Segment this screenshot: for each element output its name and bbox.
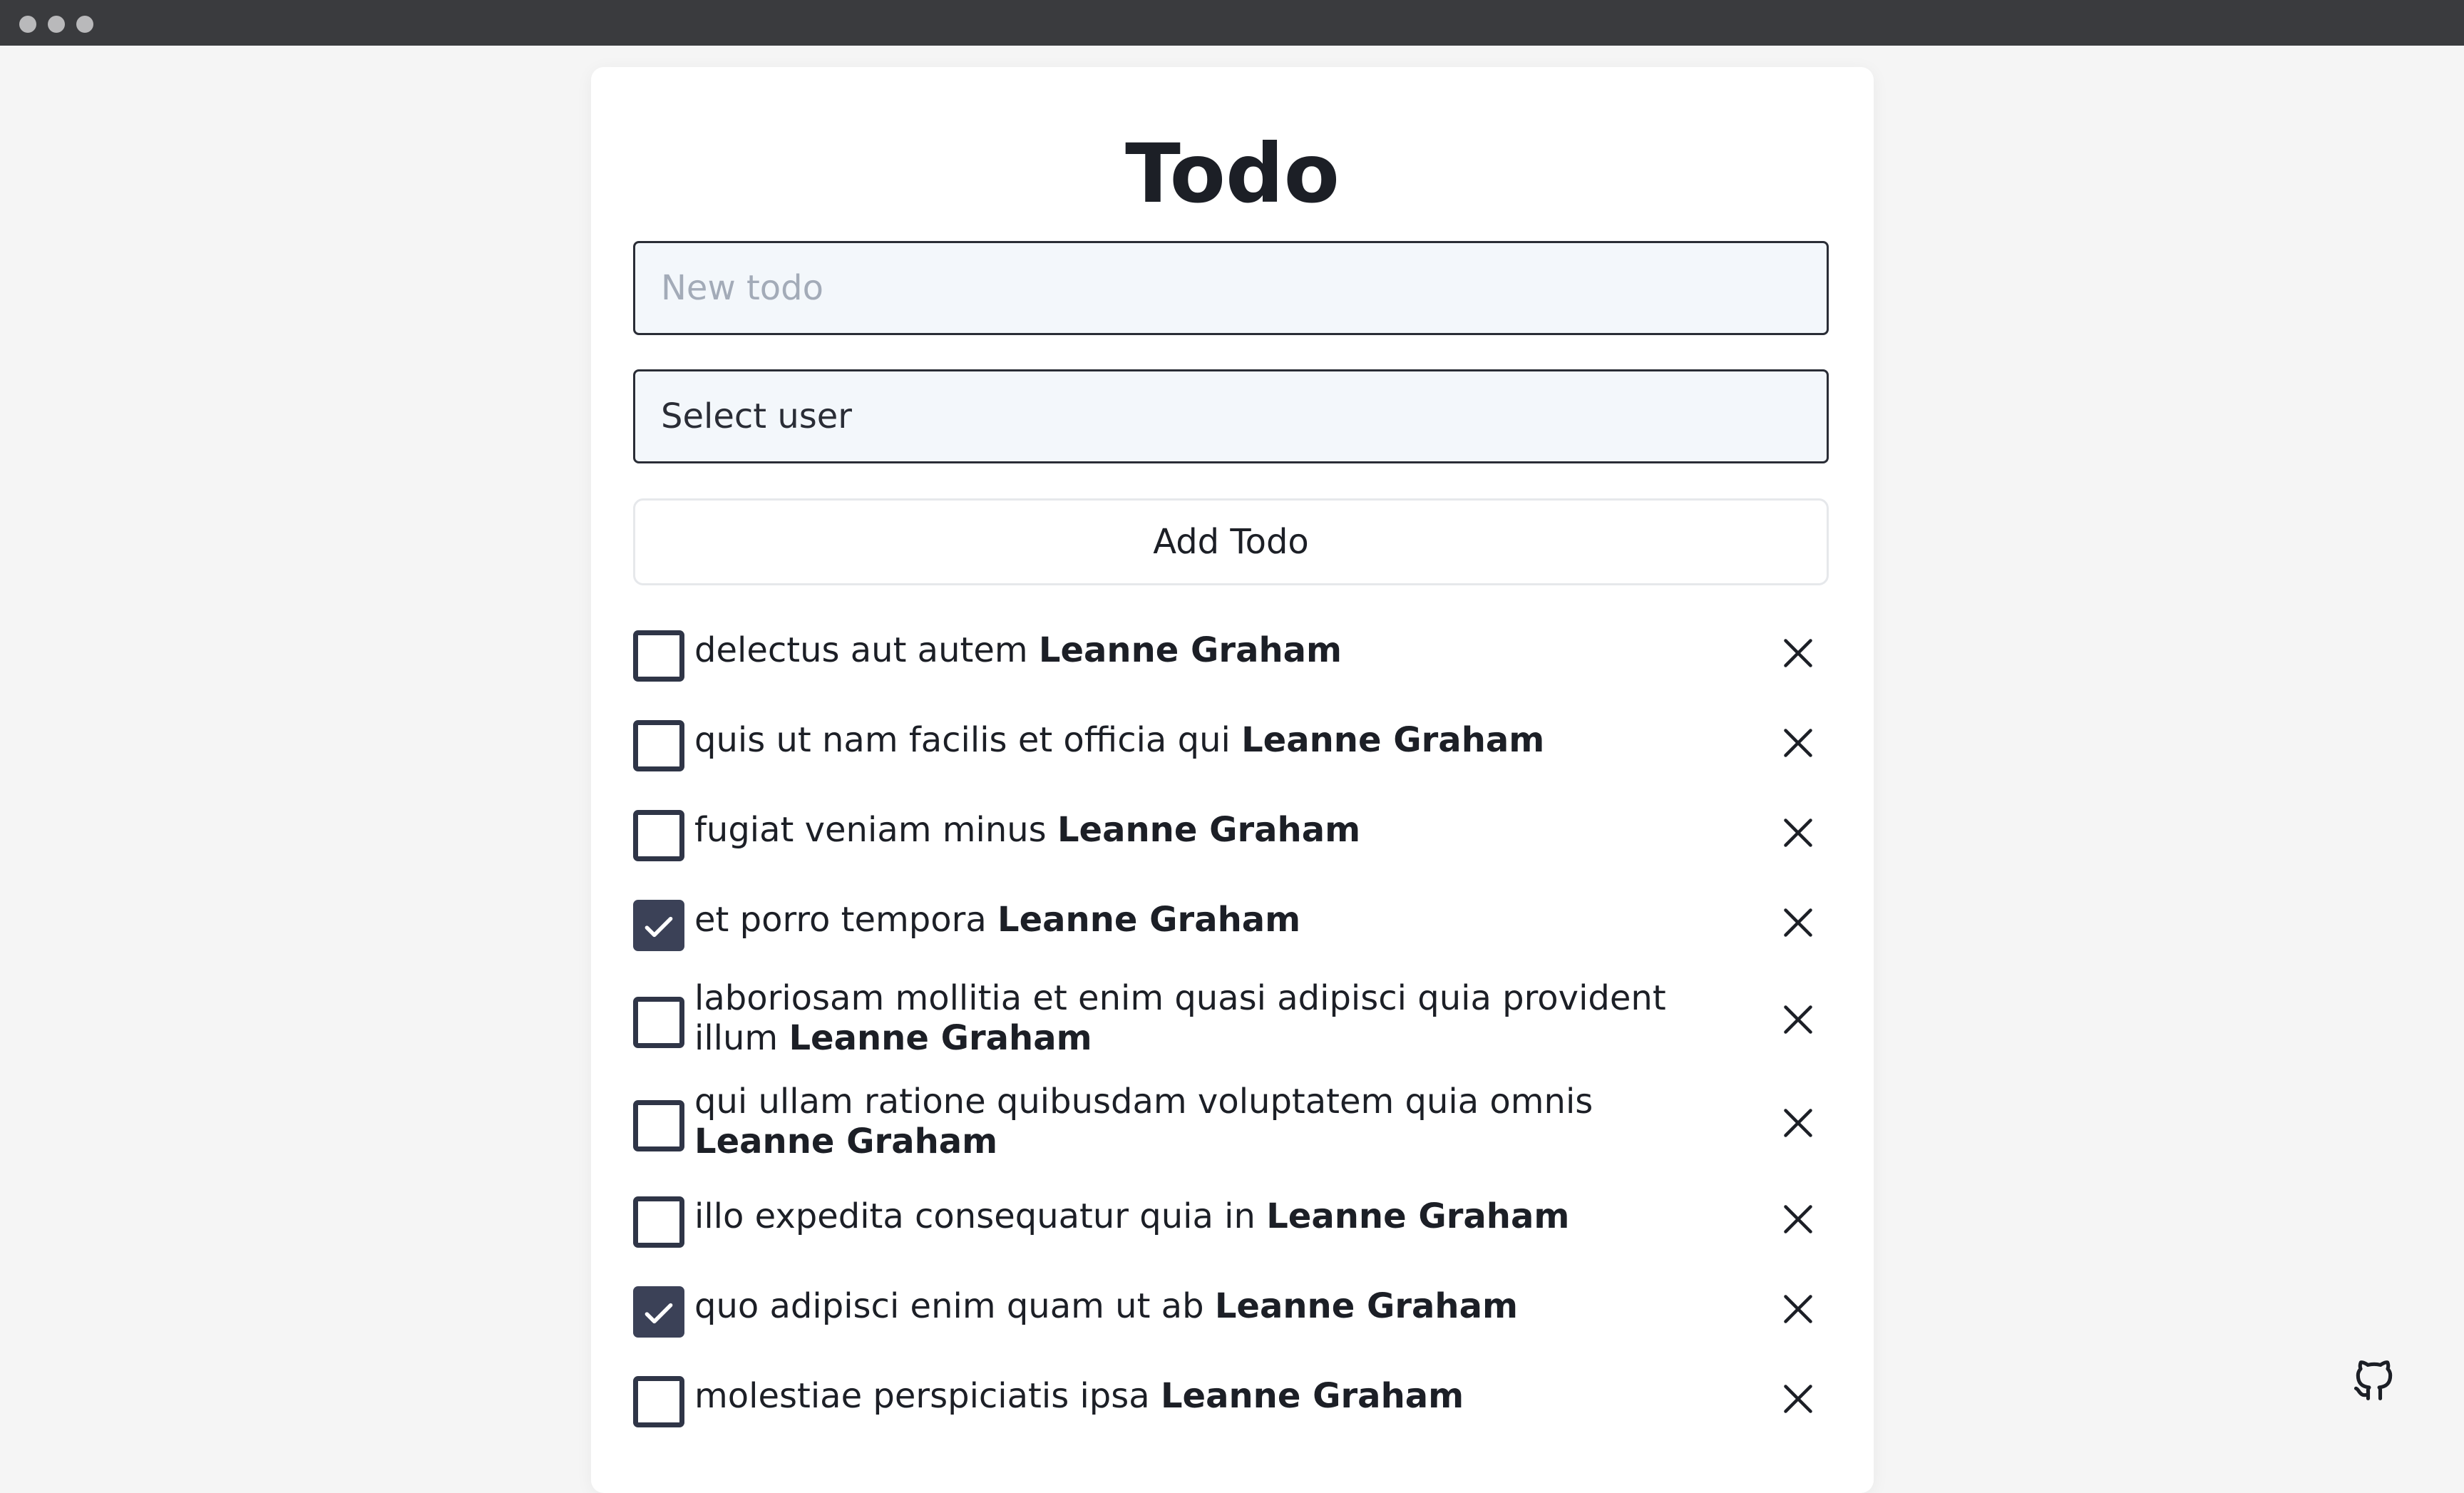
todo-checkbox[interactable] [633, 1196, 684, 1248]
github-icon[interactable] [2350, 1356, 2398, 1405]
todo-text: quo adipisci enim quam ut ab Leanne Grah… [694, 1286, 1735, 1326]
delete-todo-button[interactable] [1777, 1102, 1819, 1144]
todo-item: delectus aut autem Leanne Graham [633, 625, 1829, 682]
todo-checkbox[interactable] [633, 1100, 684, 1151]
todo-item: illo expedita consequatur quia in Leanne… [633, 1191, 1829, 1248]
todo-user: Leanne Graham [789, 1018, 1092, 1058]
todo-item: quis ut nam facilis et officia qui Leann… [633, 714, 1829, 771]
window-titlebar [0, 0, 2464, 46]
todo-checkbox[interactable] [633, 900, 684, 951]
todo-user: Leanne Graham [1266, 1196, 1570, 1236]
delete-todo-button[interactable] [1777, 722, 1819, 764]
todo-checkbox[interactable] [633, 1376, 684, 1427]
todo-user: Leanne Graham [1160, 1376, 1464, 1416]
todo-text: laboriosam mollitia et enim quasi adipis… [694, 978, 1735, 1058]
todo-item: quo adipisci enim quam ut ab Leanne Grah… [633, 1281, 1829, 1338]
delete-todo-button[interactable] [1777, 998, 1819, 1041]
todo-checkbox[interactable] [633, 630, 684, 682]
close-icon [1784, 1295, 1812, 1323]
close-icon [1784, 1005, 1812, 1034]
page-title: Todo [1125, 126, 1340, 221]
todo-checkbox[interactable] [633, 1286, 684, 1338]
close-icon [1784, 819, 1812, 847]
close-icon [1784, 1109, 1812, 1137]
todo-text: fugiat veniam minus Leanne Graham [694, 810, 1735, 850]
todo-title: et porro tempora [694, 900, 987, 940]
window-minimize-dot[interactable] [48, 16, 65, 33]
close-icon [1784, 908, 1812, 937]
todo-title: fugiat veniam minus [694, 810, 1047, 850]
todo-text: delectus aut autem Leanne Graham [694, 630, 1735, 670]
close-icon [1784, 639, 1812, 667]
todo-item: et porro tempora Leanne Graham [633, 894, 1829, 951]
select-user-value: Select user [661, 396, 853, 436]
todo-checkbox[interactable] [633, 720, 684, 771]
todo-item: molestiae perspiciatis ipsa Leanne Graha… [633, 1370, 1829, 1427]
todo-item: qui ullam ratione quibusdam voluptatem q… [633, 1080, 1829, 1166]
close-icon [1784, 1205, 1812, 1233]
todo-text: et porro tempora Leanne Graham [694, 900, 1735, 940]
delete-todo-button[interactable] [1777, 811, 1819, 854]
todo-user: Leanne Graham [1057, 810, 1361, 850]
todo-user: Leanne Graham [997, 900, 1301, 940]
delete-todo-button[interactable] [1777, 1377, 1819, 1420]
window-close-dot[interactable] [19, 16, 36, 33]
delete-todo-button[interactable] [1777, 1288, 1819, 1330]
todo-title: molestiae perspiciatis ipsa [694, 1376, 1150, 1416]
check-icon [645, 1303, 673, 1324]
close-icon [1784, 729, 1812, 757]
todo-checkbox[interactable] [633, 810, 684, 861]
todo-text: illo expedita consequatur quia in Leanne… [694, 1196, 1735, 1236]
todo-title: qui ullam ratione quibusdam voluptatem q… [694, 1082, 1593, 1122]
todo-title: illo expedita consequatur quia in [694, 1196, 1256, 1236]
todo-title: delectus aut autem [694, 630, 1028, 670]
close-icon [1784, 1385, 1812, 1413]
delete-todo-button[interactable] [1777, 901, 1819, 944]
window-maximize-dot[interactable] [76, 16, 93, 33]
delete-todo-button[interactable] [1777, 632, 1819, 674]
todo-user: Leanne Graham [1038, 630, 1343, 670]
todo-checkbox[interactable] [633, 997, 684, 1048]
todo-user: Leanne Graham [1214, 1286, 1518, 1326]
todo-text: qui ullam ratione quibusdam voluptatem q… [694, 1082, 1735, 1161]
check-icon [645, 916, 673, 938]
select-user-dropdown[interactable]: Select user [633, 369, 1829, 463]
todo-user: Leanne Graham [1241, 720, 1545, 760]
todo-item: fugiat veniam minus Leanne Graham [633, 804, 1829, 861]
new-todo-input[interactable] [633, 241, 1829, 335]
delete-todo-button[interactable] [1777, 1198, 1819, 1241]
add-todo-button[interactable]: Add Todo [633, 498, 1829, 585]
todo-text: molestiae perspiciatis ipsa Leanne Graha… [694, 1376, 1735, 1416]
todo-title: quis ut nam facilis et officia qui [694, 720, 1231, 760]
todo-item: laboriosam mollitia et enim quasi adipis… [633, 977, 1829, 1062]
todo-text: quis ut nam facilis et officia qui Leann… [694, 720, 1735, 760]
todo-title: quo adipisci enim quam ut ab [694, 1286, 1204, 1326]
todo-user: Leanne Graham [694, 1122, 998, 1161]
